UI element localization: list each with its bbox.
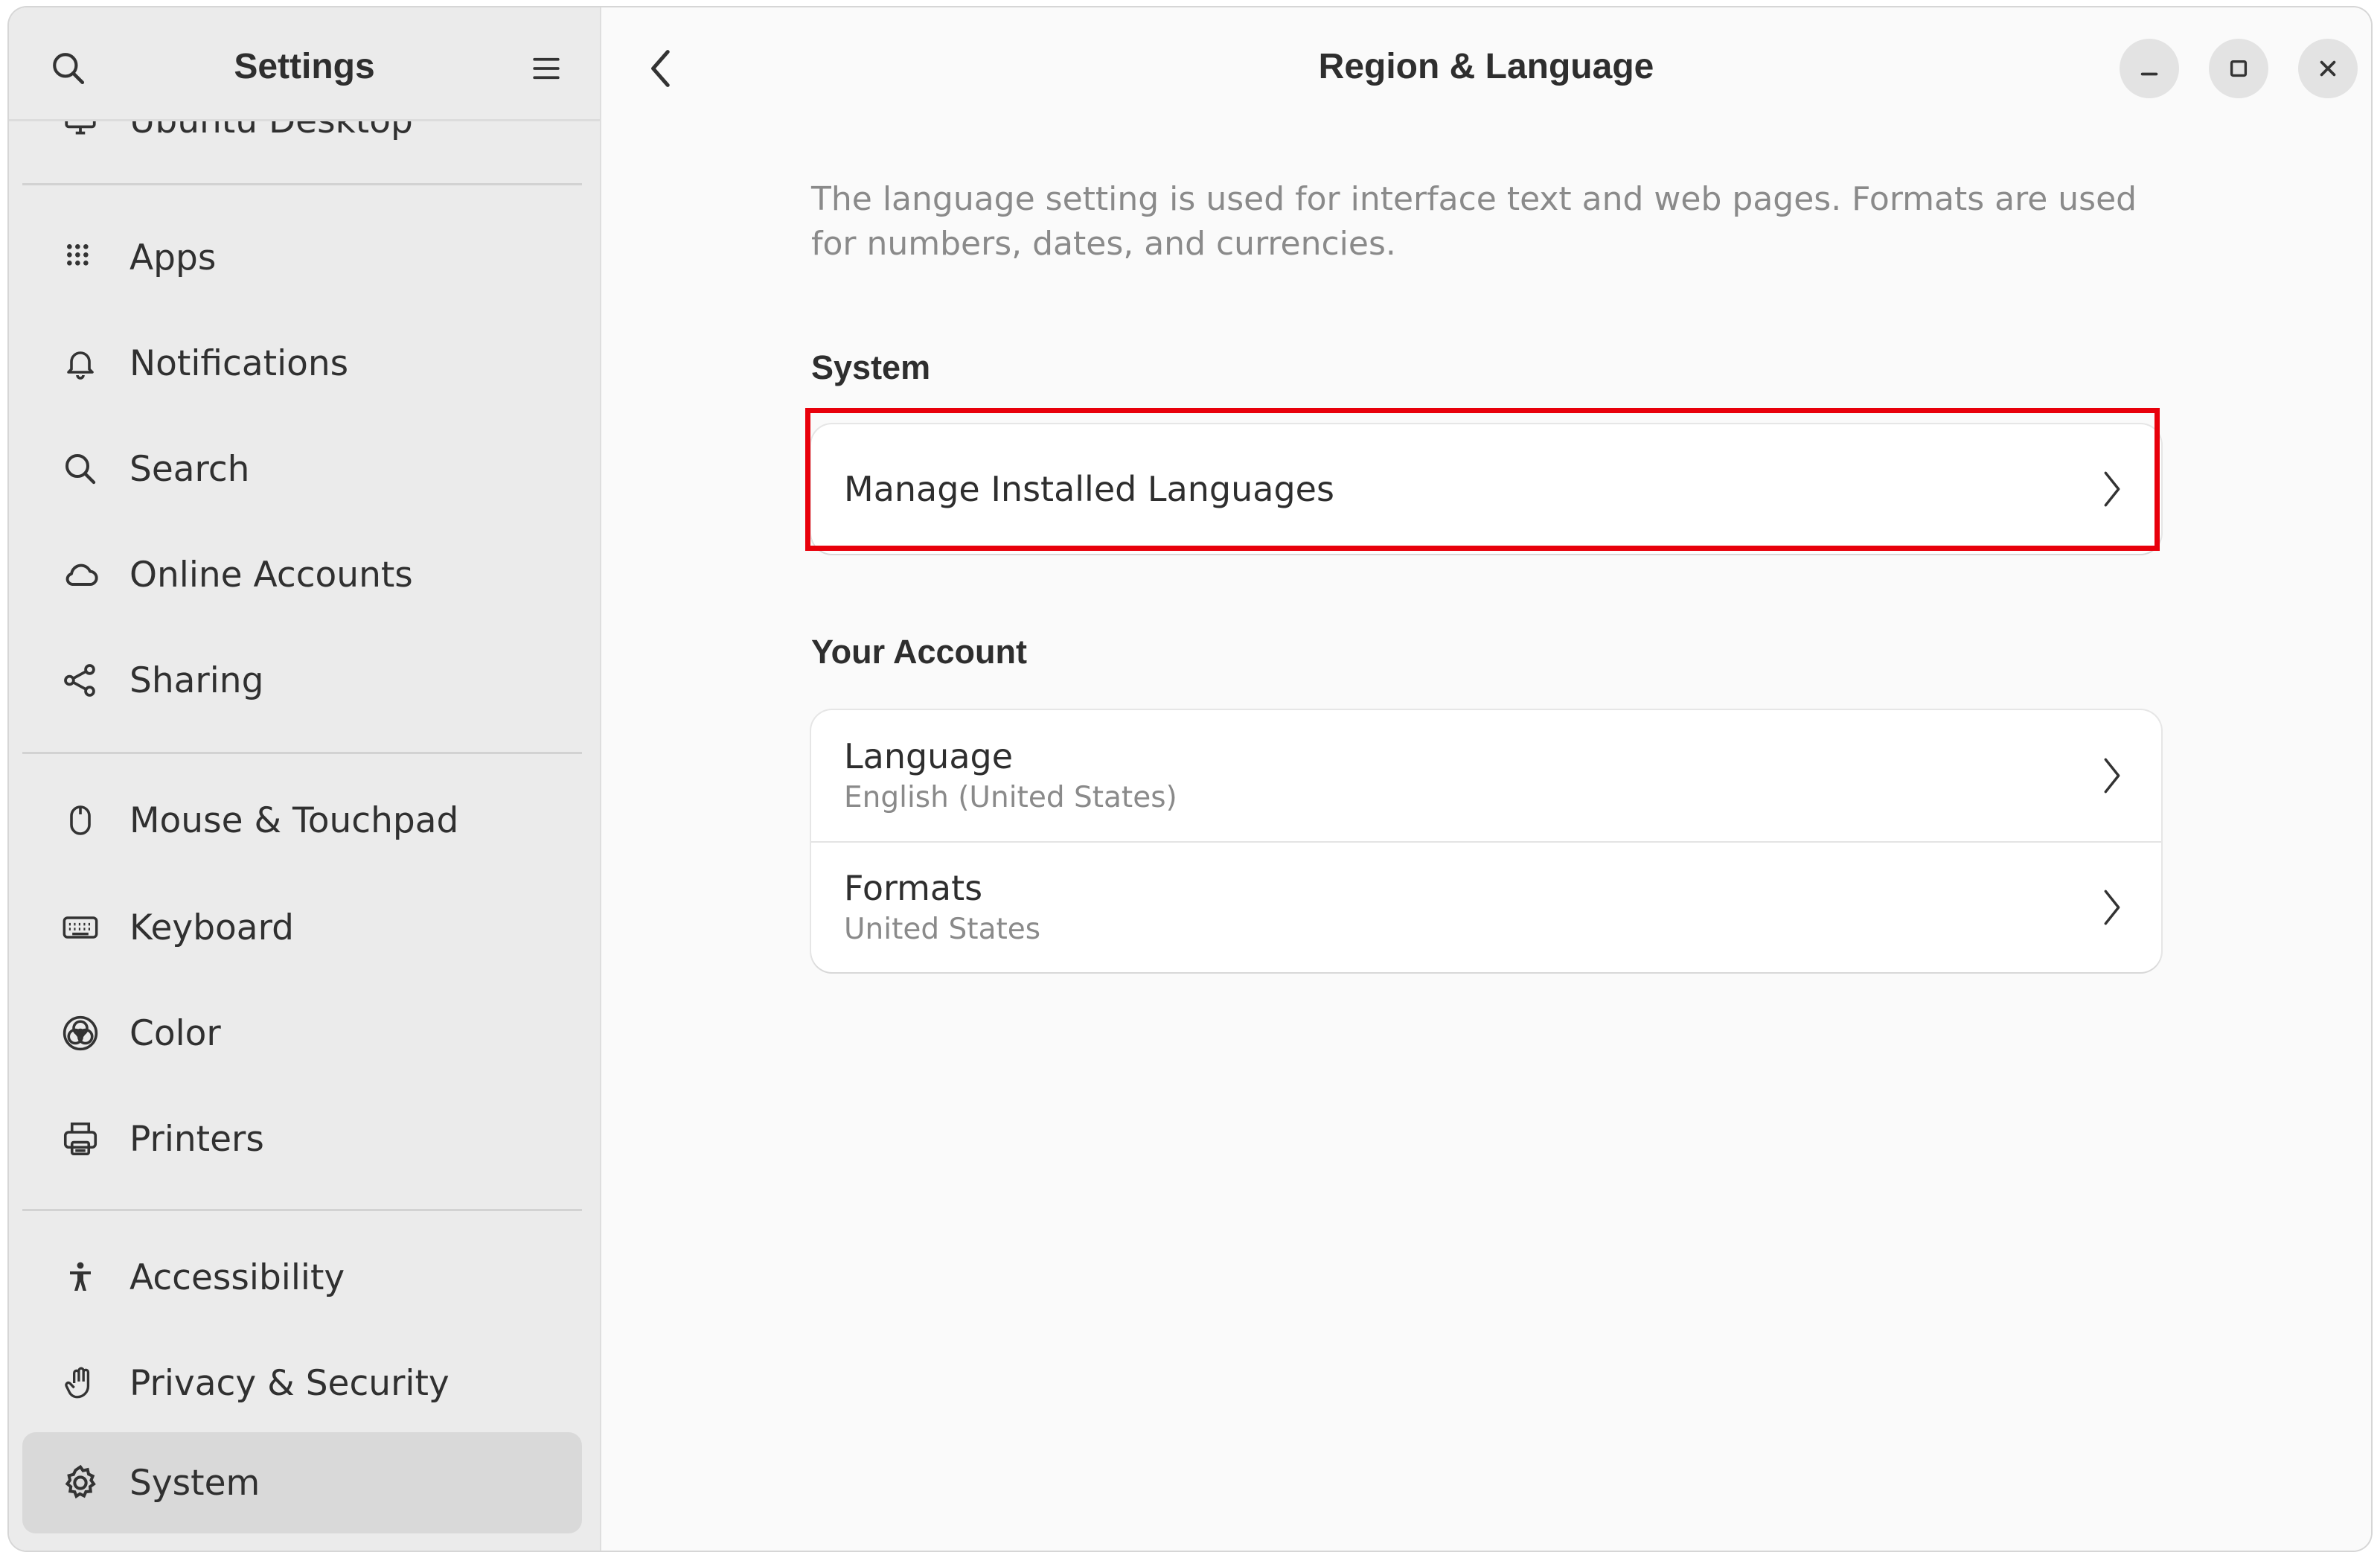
search-icon — [58, 447, 103, 491]
row-title: Manage Installed Languages — [844, 469, 1334, 509]
maximize-icon — [2230, 60, 2248, 77]
sidebar-item-online-accounts[interactable]: Online Accounts — [22, 524, 582, 625]
sidebar-item-printers[interactable]: Printers — [22, 1088, 582, 1190]
close-icon — [2320, 60, 2336, 77]
sidebar-item-label: Apps — [129, 237, 217, 278]
sidebar-item-keyboard[interactable]: Keyboard — [22, 877, 582, 978]
row-title: Language — [844, 736, 1014, 776]
sidebar-item-accessibility[interactable]: Accessibility — [22, 1227, 582, 1328]
formats-row[interactable]: Formats United States — [811, 843, 2161, 972]
sidebar-divider — [22, 1209, 582, 1211]
sidebar-item-privacy-security[interactable]: Privacy & Security — [22, 1332, 582, 1434]
color-icon — [58, 1011, 103, 1056]
apps-grid-icon — [58, 235, 103, 280]
row-subtitle: United States — [844, 913, 1041, 946]
section-title-your-account: Your Account — [811, 633, 1027, 671]
hand-icon — [58, 1361, 103, 1405]
minimize-button[interactable] — [2120, 39, 2179, 98]
system-card: Manage Installed Languages — [811, 424, 2161, 554]
sidebar-item-mouse-touchpad[interactable]: Mouse & Touchpad — [22, 770, 582, 871]
keyboard-icon — [58, 905, 103, 950]
row-subtitle: English (United States) — [844, 781, 1177, 814]
sidebar-list[interactable]: Ubuntu Desktop Apps Notifications Search… — [9, 7, 600, 1551]
sidebar-item-label: Online Accounts — [129, 554, 413, 596]
share-icon — [58, 658, 103, 703]
sidebar-item-label: Color — [129, 1012, 221, 1054]
description-text: The language setting is used for interfa… — [811, 180, 2137, 263]
sidebar-divider — [22, 183, 582, 185]
chevron-right-icon — [2097, 753, 2127, 798]
chevron-right-icon — [2097, 467, 2127, 511]
sidebar-item-label: Accessibility — [129, 1257, 345, 1298]
sidebar-item-apps[interactable]: Apps — [22, 207, 582, 308]
sidebar-item-label: Privacy & Security — [129, 1362, 450, 1404]
chevron-right-icon — [2097, 885, 2127, 930]
chevron-left-icon — [651, 50, 670, 87]
search-icon — [53, 53, 85, 85]
cloud-icon — [58, 552, 103, 597]
sidebar-divider — [22, 752, 582, 754]
sidebar-item-label: Search — [129, 448, 250, 490]
sidebar-item-notifications[interactable]: Notifications — [22, 313, 582, 414]
close-button[interactable] — [2298, 39, 2358, 98]
content-pane: Region & Language The language setting i… — [601, 7, 2371, 1551]
sidebar-item-label: Keyboard — [129, 907, 294, 948]
printer-icon — [58, 1117, 103, 1161]
sidebar-item-label: Sharing — [129, 660, 264, 701]
section-title-system: System — [811, 348, 931, 386]
minimize-icon — [2140, 72, 2158, 76]
sidebar-item-label: Mouse & Touchpad — [129, 799, 459, 841]
sidebar-item-label: Notifications — [129, 342, 349, 384]
sidebar-item-label: Printers — [129, 1118, 264, 1160]
hamburger-menu-icon — [533, 57, 560, 80]
your-account-card: Language English (United States) Formats… — [811, 710, 2161, 972]
accessibility-icon — [58, 1255, 103, 1300]
back-button[interactable] — [631, 40, 688, 97]
sidebar-item-system[interactable]: System — [22, 1432, 582, 1533]
page-title: Region & Language — [1318, 47, 1654, 86]
sidebar-item-color[interactable]: Color — [22, 983, 582, 1084]
main-menu-button[interactable] — [518, 40, 575, 97]
sidebar-item-search[interactable]: Search — [22, 418, 582, 520]
row-title: Formats — [844, 868, 983, 908]
sidebar-item-sharing[interactable]: Sharing — [22, 630, 582, 731]
manage-installed-languages-row[interactable]: Manage Installed Languages — [811, 424, 2161, 554]
bell-icon — [58, 341, 103, 386]
sidebar-header: Settings — [9, 7, 600, 119]
maximize-button[interactable] — [2209, 39, 2268, 98]
sidebar: Ubuntu Desktop Apps Notifications Search… — [9, 7, 601, 1551]
mouse-icon — [58, 798, 103, 843]
settings-window: Ubuntu Desktop Apps Notifications Search… — [9, 7, 2371, 1551]
sidebar-title: Settings — [234, 47, 375, 86]
language-row[interactable]: Language English (United States) — [811, 710, 2161, 841]
sidebar-item-label: System — [129, 1462, 260, 1504]
gear-icon — [58, 1460, 103, 1505]
sidebar-search-button[interactable] — [40, 40, 97, 97]
